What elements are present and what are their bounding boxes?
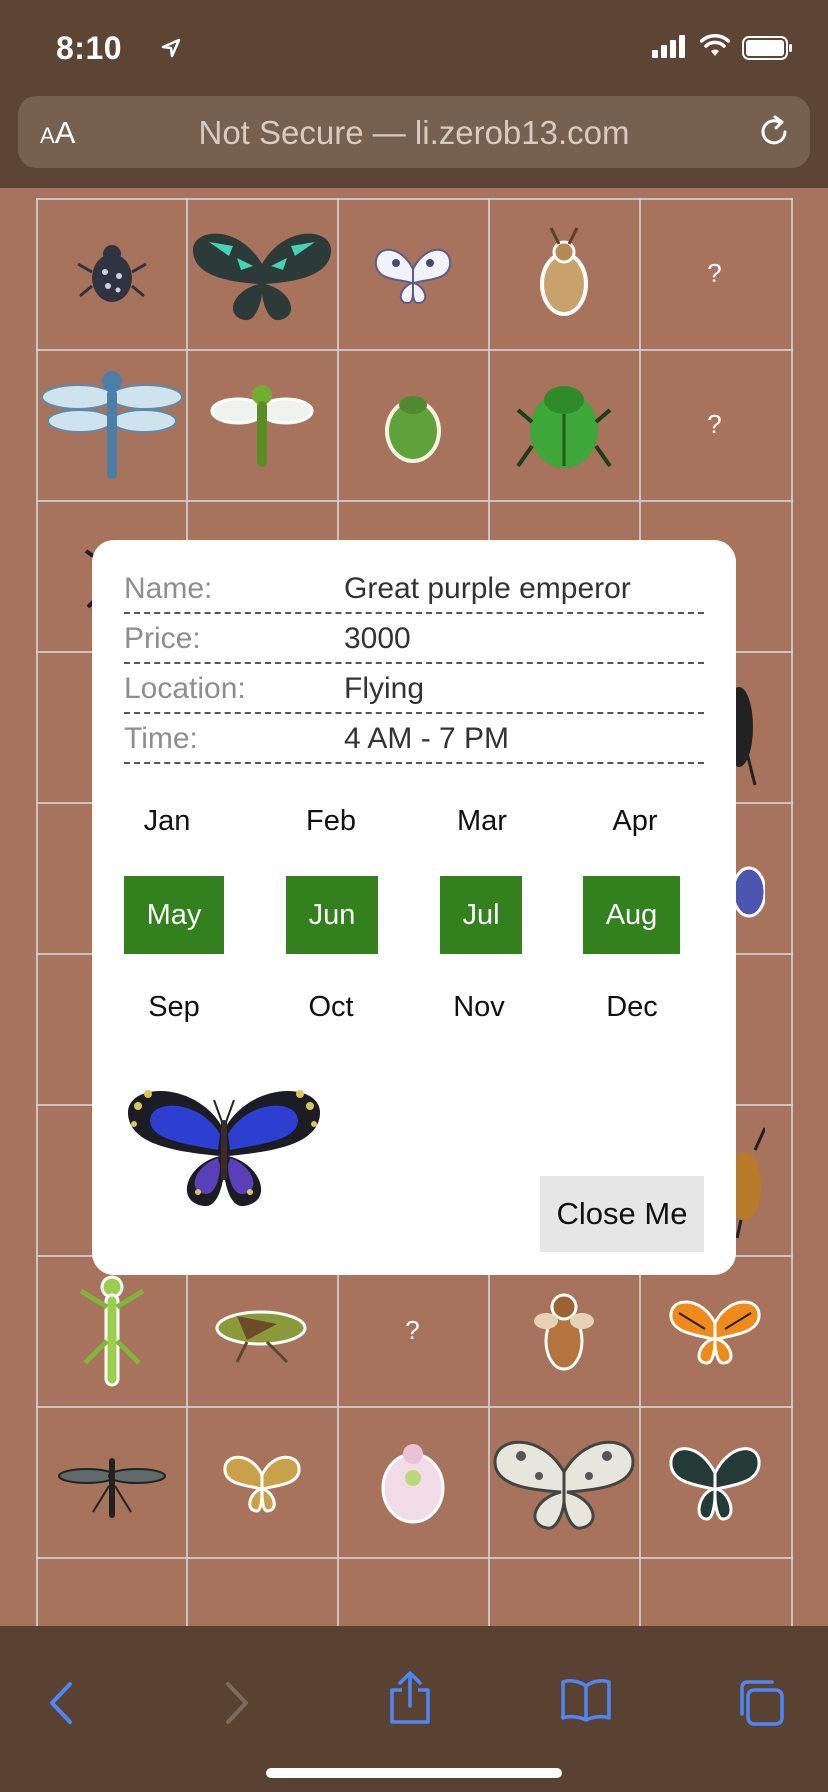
mantis-icon xyxy=(79,1275,144,1386)
month-jun: Jun xyxy=(286,876,378,954)
month-dec: Dec xyxy=(606,991,658,1023)
green-beetle-icon xyxy=(515,385,612,468)
reload-icon[interactable] xyxy=(756,114,792,150)
bug-cell[interactable] xyxy=(488,198,639,349)
month-may: May xyxy=(124,876,224,954)
location-arrow-icon xyxy=(161,38,181,58)
wifi-icon xyxy=(700,34,730,56)
close-button[interactable]: Close Me xyxy=(540,1176,704,1252)
bug-cell[interactable] xyxy=(36,1406,187,1557)
beetle-icon xyxy=(76,244,147,302)
detail-label: Time: xyxy=(124,722,198,755)
bug-cell[interactable] xyxy=(488,1406,639,1557)
bug-cell[interactable] xyxy=(36,1255,187,1406)
month-oct: Oct xyxy=(308,991,354,1023)
bug-detail-modal: Name: Great purple emperor Price: 3000 L… xyxy=(92,540,736,1275)
dragonfly-icon xyxy=(40,370,183,479)
bug-cell[interactable] xyxy=(337,1406,488,1557)
detail-row-location: Location: Flying xyxy=(124,664,704,714)
battery-icon xyxy=(742,36,792,60)
bug-cell[interactable] xyxy=(186,1255,337,1406)
chevron-right-icon[interactable] xyxy=(216,1678,256,1728)
detail-row-price: Price: 3000 xyxy=(124,614,704,664)
address-bar[interactable]: AA Not Secure — li.zerob13.com xyxy=(18,96,810,168)
dark-butterfly-icon xyxy=(668,1446,761,1521)
orchid-mantis-icon xyxy=(381,1443,444,1523)
paper-kite-butterfly-icon xyxy=(492,1440,635,1530)
detail-label: Name: xyxy=(124,572,213,605)
bug-cell-unknown[interactable]: ? xyxy=(639,198,790,349)
detail-label: Price: xyxy=(124,622,201,655)
chevron-left-icon[interactable] xyxy=(42,1678,82,1728)
bug-cell[interactable] xyxy=(186,349,337,500)
month-sep: Sep xyxy=(148,991,200,1023)
cellular-signal-icon xyxy=(652,35,685,58)
bug-cell[interactable] xyxy=(337,349,488,500)
brown-beetle-icon xyxy=(539,226,588,316)
url-text: Not Secure — li.zerob13.com xyxy=(198,114,630,151)
bug-cell[interactable] xyxy=(639,1255,790,1406)
month-apr: Apr xyxy=(612,805,658,837)
month-jul: Jul xyxy=(440,876,522,954)
detail-value: Great purple emperor xyxy=(344,572,631,605)
tabs-icon[interactable] xyxy=(734,1678,786,1728)
bug-cell[interactable] xyxy=(36,198,187,349)
detail-value: 3000 xyxy=(344,622,411,655)
bug-cell-unknown[interactable]: ? xyxy=(337,1255,488,1406)
detail-value: Flying xyxy=(344,672,425,705)
mosquito-icon xyxy=(57,1457,166,1518)
home-indicator xyxy=(266,1768,562,1778)
great-purple-emperor-image xyxy=(127,1090,321,1207)
detail-row-time: Time: 4 AM - 7 PM xyxy=(124,714,704,764)
butterfly-icon xyxy=(192,233,331,320)
detail-label: Location: xyxy=(124,672,246,705)
month-nov: Nov xyxy=(453,991,505,1023)
bug-cell[interactable] xyxy=(186,198,337,349)
detail-value: 4 AM - 7 PM xyxy=(344,722,510,755)
share-icon[interactable] xyxy=(388,1670,432,1726)
book-icon[interactable] xyxy=(560,1678,612,1722)
month-feb: Feb xyxy=(306,805,356,837)
grasshopper-icon xyxy=(215,1310,306,1363)
monarch-butterfly-icon xyxy=(668,1300,761,1365)
brown-bee-icon xyxy=(533,1293,594,1370)
bug-cell[interactable] xyxy=(488,1255,639,1406)
green-dragonfly-icon xyxy=(210,384,313,467)
bug-cell[interactable] xyxy=(186,1406,337,1557)
month-jan: Jan xyxy=(143,805,191,837)
browser-top-bar: 8:10 AA Not Secure — li.zerob13.com xyxy=(0,0,828,188)
status-time: 8:10 xyxy=(56,30,123,66)
bug-cell[interactable] xyxy=(639,1406,790,1557)
detail-row-name: Name: Great purple emperor xyxy=(124,564,704,614)
month-aug: Aug xyxy=(583,876,680,954)
white-butterfly-icon xyxy=(374,248,451,304)
bug-cell-unknown[interactable]: ? xyxy=(639,349,790,500)
bug-cell[interactable] xyxy=(36,349,187,500)
yellow-butterfly-icon xyxy=(222,1455,301,1513)
bug-cell[interactable] xyxy=(337,198,488,349)
bug-cell[interactable] xyxy=(488,349,639,500)
month-mar: Mar xyxy=(457,805,507,837)
green-scarab-icon xyxy=(384,395,441,463)
